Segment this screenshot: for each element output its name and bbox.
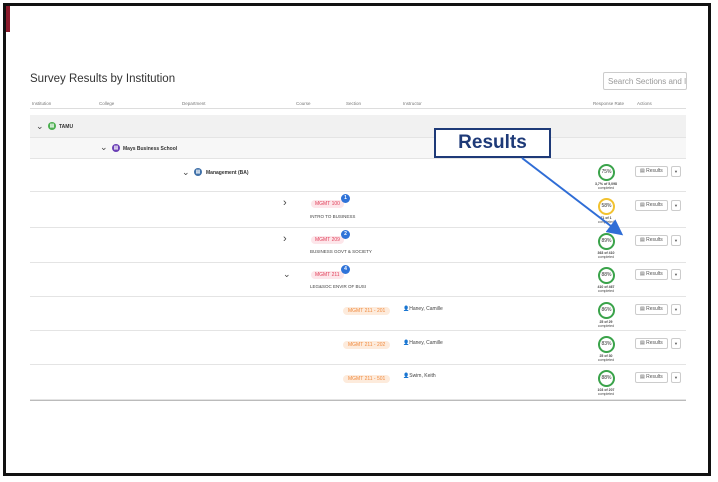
column-header-section[interactable]: Section <box>346 101 361 106</box>
instructor-name: 👤Haney, Camille <box>403 306 443 312</box>
search-input[interactable]: Search Sections and Insti <box>603 72 687 90</box>
results-button[interactable]: ▤ Results <box>635 372 668 383</box>
results-callout: Results <box>434 128 551 158</box>
results-button[interactable]: ▤ Results <box>635 235 668 246</box>
institution-icon: ▦ <box>48 122 56 130</box>
column-header-course[interactable]: Course <box>296 101 311 106</box>
course-name: LEG&SOC ENVIR OF BUSI <box>310 284 367 289</box>
instructor-name: 👤Swim, Keith <box>403 373 436 379</box>
results-dropdown-button[interactable]: ▼ <box>671 269 681 280</box>
table-row-course[interactable]: › MGMT 100 1 INTRO TO BUSINESS 58% 71 of… <box>30 192 686 228</box>
section-count-badge: 2 <box>341 230 350 239</box>
section-code-pill[interactable]: MGMT 211 - 202 <box>343 341 391 349</box>
column-header-institution[interactable]: Institution <box>32 101 51 106</box>
results-button[interactable]: ▤ Results <box>635 338 668 349</box>
response-rate-ring: 88% <box>598 267 615 284</box>
course-code-pill[interactable]: MGMT 100 <box>311 200 344 208</box>
chevron-right-icon[interactable]: › <box>283 233 287 245</box>
results-button[interactable]: ▤ Results <box>635 304 668 315</box>
department-label: Management (BA) <box>206 170 249 176</box>
results-dropdown-button[interactable]: ▼ <box>671 166 681 177</box>
department-icon: ▦ <box>194 168 202 176</box>
table-row-course[interactable]: › MGMT 209 2 BUSINESS GOVT & SOCIETY 89%… <box>30 228 686 263</box>
brand-corner-stripe <box>6 6 10 32</box>
chevron-right-icon[interactable]: › <box>283 197 287 209</box>
section-count-badge: 4 <box>341 265 350 274</box>
response-rate-count: 103 of 207 completed <box>597 388 615 396</box>
course-code-pill[interactable]: MGMT 211 <box>311 271 344 279</box>
caret-down-icon: ▼ <box>674 341 678 346</box>
section-count-badge: 1 <box>341 194 350 203</box>
column-header-actions: Actions <box>637 101 652 106</box>
results-dropdown-button[interactable]: ▼ <box>671 304 681 315</box>
response-rate-ring: 75% <box>598 164 615 181</box>
column-header-department[interactable]: Department <box>182 101 206 106</box>
caret-down-icon: ▼ <box>674 375 678 380</box>
response-rate-count: 410 of 467 completed <box>597 285 615 293</box>
chevron-down-icon[interactable]: ⌄ <box>182 167 190 178</box>
column-header-response-rate[interactable]: Response Rate <box>593 101 624 106</box>
college-label: Mays Business School <box>123 146 178 152</box>
results-button[interactable]: ▤ Results <box>635 269 668 280</box>
table-row-institution[interactable]: ⌄ ▦ TAMU <box>30 115 686 138</box>
institution-label: TAMU <box>59 124 74 130</box>
chevron-down-icon[interactable]: ⌄ <box>100 142 108 153</box>
column-header-instructor[interactable]: Instructor <box>403 101 422 106</box>
caret-down-icon: ▼ <box>674 203 678 208</box>
response-rate-ring: 83% <box>598 336 615 353</box>
section-code-pill[interactable]: MGMT 211 - 201 <box>343 307 391 315</box>
results-dropdown-button[interactable]: ▼ <box>671 372 681 383</box>
course-name: BUSINESS GOVT & SOCIETY <box>310 249 372 254</box>
header-divider <box>30 108 686 109</box>
course-name: INTRO TO BUSINESS <box>310 214 356 219</box>
table-row-section[interactable]: MGMT 211 - 201 👤Haney, Camille 86% 25 of… <box>30 297 686 331</box>
page-title: Survey Results by Institution <box>30 73 176 85</box>
response-rate-ring: 86% <box>598 302 615 319</box>
college-icon: ▦ <box>112 144 120 152</box>
section-code-pill[interactable]: MGMT 211 - 501 <box>343 375 391 383</box>
caret-down-icon: ▼ <box>674 272 678 277</box>
chevron-down-icon[interactable]: ⌄ <box>283 269 291 280</box>
table-row-department[interactable]: ⌄ ▦ Management (BA) 75% 3,7% of 5,098 com… <box>30 159 686 192</box>
results-button[interactable]: ▤ Results <box>635 166 668 177</box>
column-header-college[interactable]: College <box>99 101 114 106</box>
caret-down-icon: ▼ <box>674 169 678 174</box>
response-rate-count: 25 of 29 completed <box>597 320 615 328</box>
response-rate-count: 71 of 1 completed <box>597 216 615 224</box>
instructor-name: 👤Haney, Camille <box>403 340 443 346</box>
results-button[interactable]: ▤ Results <box>635 200 668 211</box>
table-row-course[interactable]: ⌄ MGMT 211 4 LEG&SOC ENVIR OF BUSI 88% 4… <box>30 263 686 297</box>
response-rate-ring: 89% <box>598 233 615 250</box>
table-row-college[interactable]: ⌄ ▦ Mays Business School <box>30 138 686 159</box>
response-rate-count: 3,7% of 5,098 completed <box>595 182 617 190</box>
response-rate-count: 363 of 410 completed <box>597 251 615 259</box>
caret-down-icon: ▼ <box>674 238 678 243</box>
caret-down-icon: ▼ <box>674 307 678 312</box>
results-dropdown-button[interactable]: ▼ <box>671 200 681 211</box>
chevron-down-icon[interactable]: ⌄ <box>36 121 44 132</box>
response-rate-ring: 58% <box>598 198 615 215</box>
results-dropdown-button[interactable]: ▼ <box>671 338 681 349</box>
response-rate-ring: 88% <box>598 370 615 387</box>
course-code-pill[interactable]: MGMT 209 <box>311 236 344 244</box>
response-rate-count: 25 of 30 completed <box>597 354 615 362</box>
results-dropdown-button[interactable]: ▼ <box>671 235 681 246</box>
table-row-section[interactable]: MGMT 211 - 501 👤Swim, Keith 88% 103 of 2… <box>30 365 686 400</box>
table-row-section[interactable]: MGMT 211 - 202 👤Haney, Camille 83% 25 of… <box>30 331 686 365</box>
table-bottom-border <box>30 400 686 401</box>
